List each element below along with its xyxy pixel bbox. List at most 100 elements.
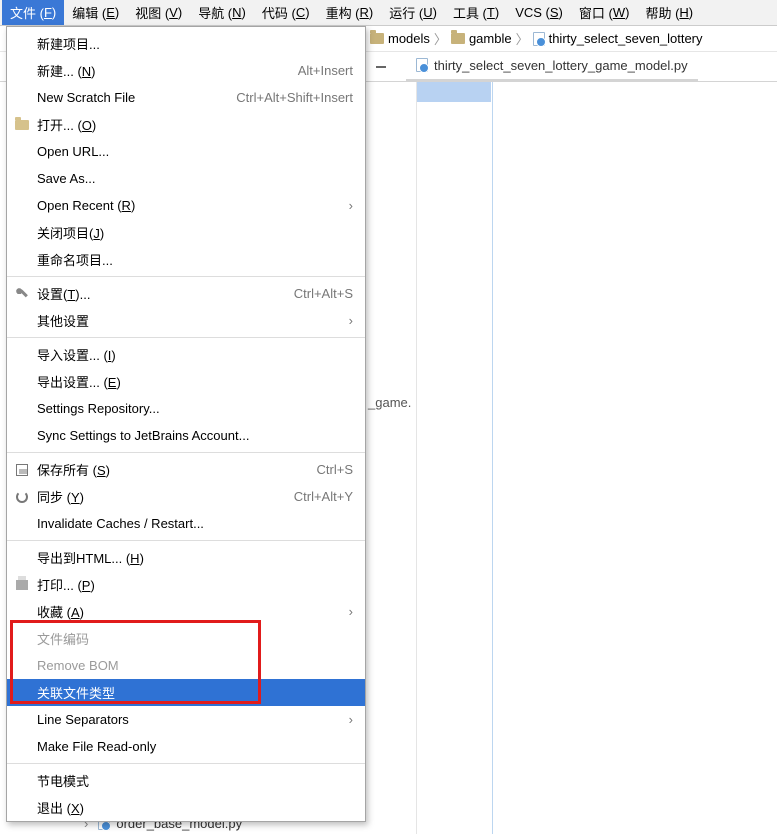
menu-item[interactable]: Save As... [7, 165, 365, 192]
menu-file[interactable]: 文件 (F) [2, 0, 64, 25]
menu-window[interactable]: 窗口 (W) [571, 0, 638, 25]
menu-item-label: Open Recent (R) [37, 198, 353, 213]
menu-item[interactable]: Invalidate Caches / Restart... [7, 510, 365, 537]
menu-item[interactable]: 关闭项目(J) [7, 219, 365, 246]
menu-separator [7, 540, 365, 541]
collapse-button[interactable] [370, 56, 392, 78]
menu-item[interactable]: Line Separators› [7, 706, 365, 733]
menu-item[interactable]: 关联文件类型 [7, 679, 365, 706]
menu-item-label: Save As... [37, 171, 353, 186]
sync-icon [13, 491, 31, 503]
menu-item[interactable]: Open Recent (R)› [7, 192, 365, 219]
menu-item[interactable]: 收藏 (A)› [7, 598, 365, 625]
menu-item-label: 导出到HTML... (H) [37, 548, 353, 567]
wrench-icon [13, 287, 31, 301]
menu-help[interactable]: 帮助 (H) [637, 0, 701, 25]
menu-item[interactable]: Sync Settings to JetBrains Account... [7, 422, 365, 449]
menu-separator [7, 276, 365, 277]
menu-tools[interactable]: 工具 (T) [445, 0, 507, 25]
menu-file-suffix: ) [52, 5, 56, 20]
menu-item-label: 关闭项目(J) [37, 223, 353, 242]
menu-refactor[interactable]: 重构 (R) [318, 0, 382, 25]
python-file-icon [416, 58, 428, 72]
disk-icon [13, 464, 31, 476]
gutter-line [416, 82, 417, 834]
menu-vcs[interactable]: VCS (S) [507, 0, 571, 25]
menu-item[interactable]: 打印... (P) [7, 571, 365, 598]
menu-item[interactable]: 设置(T)...Ctrl+Alt+S [7, 280, 365, 307]
breadcrumb-item[interactable]: gamble [469, 31, 512, 46]
menu-item-label: 文件编码 [37, 629, 353, 648]
menu-item-label: Sync Settings to JetBrains Account... [37, 428, 353, 443]
menu-item-label: 新建... (N) [37, 61, 298, 80]
menu-item-label: New Scratch File [37, 90, 236, 105]
menu-item-label: 打印... (P) [37, 575, 353, 594]
menu-item-label: 同步 (Y) [37, 487, 294, 506]
menu-item[interactable]: Open URL... [7, 138, 365, 165]
menu-item[interactable]: 导入设置... (I) [7, 341, 365, 368]
menu-file-mn: F [44, 5, 52, 20]
menu-item[interactable]: New Scratch FileCtrl+Alt+Shift+Insert [7, 84, 365, 111]
chevron-right-icon: 〉 [434, 29, 447, 48]
menu-separator [7, 337, 365, 338]
menu-item-label: Invalidate Caches / Restart... [37, 516, 353, 531]
menu-item-label: 重命名项目... [37, 250, 353, 269]
breadcrumb-item[interactable]: thirty_select_seven_lottery [549, 31, 703, 46]
menu-item-label: Settings Repository... [37, 401, 353, 416]
menu-file-prefix: 文件 ( [10, 3, 44, 22]
menu-shortcut: Ctrl+Alt+Y [294, 489, 353, 504]
menu-run[interactable]: 运行 (U) [381, 0, 445, 25]
tab-label: thirty_select_seven_lottery_game_model.p… [434, 58, 688, 73]
menu-item[interactable]: 其他设置› [7, 307, 365, 334]
menu-item[interactable]: 同步 (Y)Ctrl+Alt+Y [7, 483, 365, 510]
chevron-right-icon: › [349, 712, 353, 727]
python-file-icon [533, 32, 545, 46]
menu-code[interactable]: 代码 (C) [254, 0, 318, 25]
menu-item-label: 保存所有 (S) [37, 460, 317, 479]
menu-item: Remove BOM [7, 652, 365, 679]
menu-item-label: 导出设置... (E) [37, 372, 353, 391]
menu-item-label: 其他设置 [37, 311, 353, 330]
menu-item[interactable]: Make File Read-only [7, 733, 365, 760]
menu-shortcut: Ctrl+Alt+Shift+Insert [236, 90, 353, 105]
menu-item[interactable]: 保存所有 (S)Ctrl+S [7, 456, 365, 483]
menu-item-label: Remove BOM [37, 658, 353, 673]
menu-shortcut: Ctrl+S [317, 462, 353, 477]
minus-icon [376, 66, 386, 68]
menu-item-label: 设置(T)... [37, 284, 294, 303]
selection-highlight [417, 82, 491, 102]
menubar: 文件 (F) 编辑 (E) 视图 (V) 导航 (N) 代码 (C) 重构 (R… [0, 0, 777, 26]
chevron-right-icon: › [349, 604, 353, 619]
menu-item-label: 打开... (O) [37, 115, 353, 134]
menu-item-label: Line Separators [37, 712, 353, 727]
cut-text: _game. [368, 395, 411, 410]
menu-item[interactable]: Settings Repository... [7, 395, 365, 422]
menu-shortcut: Alt+Insert [298, 63, 353, 78]
menu-item[interactable]: 导出到HTML... (H) [7, 544, 365, 571]
menu-view[interactable]: 视图 (V) [127, 0, 190, 25]
menu-item[interactable]: 打开... (O) [7, 111, 365, 138]
open-icon [13, 120, 31, 130]
menu-item[interactable]: 导出设置... (E) [7, 368, 365, 395]
menu-item-label: 节电模式 [37, 771, 353, 790]
menu-item[interactable]: 新建项目... [7, 30, 365, 57]
menu-navigate[interactable]: 导航 (N) [190, 0, 254, 25]
menu-item-label: 退出 (X) [37, 798, 353, 817]
menu-item-label: 收藏 (A) [37, 602, 353, 621]
menu-item[interactable]: 退出 (X) [7, 794, 365, 821]
menu-item-label: 导入设置... (I) [37, 345, 353, 364]
chevron-right-icon: 〉 [516, 29, 529, 48]
menu-item[interactable]: 重命名项目... [7, 246, 365, 273]
menu-item[interactable]: 新建... (N)Alt+Insert [7, 57, 365, 84]
menu-item-label: Open URL... [37, 144, 353, 159]
menu-separator [7, 763, 365, 764]
menu-separator [7, 452, 365, 453]
menu-item: 文件编码 [7, 625, 365, 652]
folder-icon [451, 33, 465, 44]
menu-edit[interactable]: 编辑 (E) [64, 0, 127, 25]
editor-tab[interactable]: thirty_select_seven_lottery_game_model.p… [406, 52, 698, 82]
chevron-right-icon: › [349, 198, 353, 213]
breadcrumb-item[interactable]: models [388, 31, 430, 46]
chevron-right-icon: › [349, 313, 353, 328]
menu-item[interactable]: 节电模式 [7, 767, 365, 794]
